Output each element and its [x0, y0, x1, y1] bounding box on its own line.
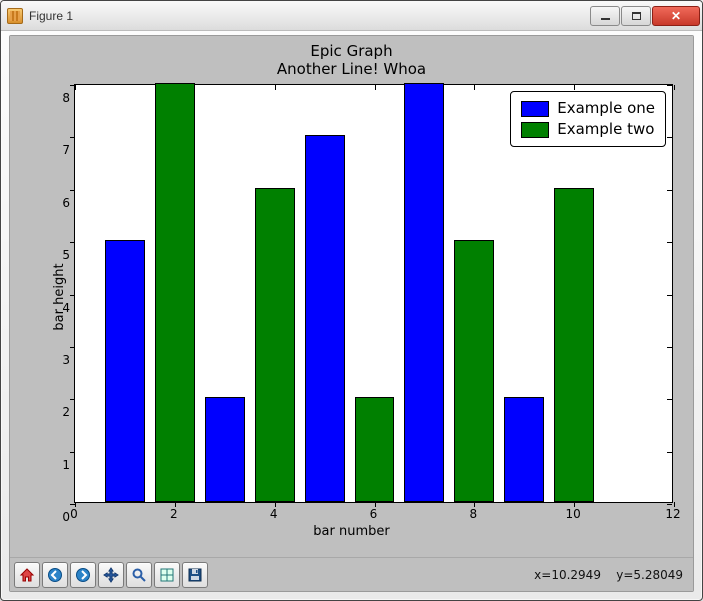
- pan-button[interactable]: [98, 562, 124, 588]
- bar: [205, 397, 245, 502]
- x-tick-label: 6: [370, 507, 378, 521]
- y-tick-label: 0: [56, 510, 70, 524]
- bar: [255, 188, 295, 502]
- bar: [305, 135, 345, 502]
- client-area: Epic Graph Another Line! Whoa bar height…: [9, 35, 694, 592]
- bar: [155, 83, 195, 502]
- forward-button[interactable]: [70, 562, 96, 588]
- app-icon: [7, 8, 23, 24]
- maximize-button[interactable]: [621, 6, 651, 26]
- legend-label: Example one: [557, 98, 655, 119]
- save-button[interactable]: [182, 562, 208, 588]
- zoom-button[interactable]: [126, 562, 152, 588]
- x-axis-label: bar number: [313, 524, 389, 539]
- legend-label: Example two: [557, 119, 654, 140]
- legend-item: Example two: [521, 119, 655, 140]
- bar: [554, 188, 594, 502]
- minimize-button[interactable]: [590, 6, 620, 26]
- bar: [355, 397, 395, 502]
- x-tick-label: 0: [70, 507, 78, 521]
- legend-item: Example one: [521, 98, 655, 119]
- y-tick-label: 1: [56, 458, 70, 472]
- plot-area[interactable]: Example oneExample two: [74, 84, 673, 503]
- y-tick-label: 3: [56, 353, 70, 367]
- toolbar: x=10.2949 y=5.28049: [10, 557, 693, 591]
- y-tick-label: 5: [56, 248, 70, 262]
- bar: [404, 83, 444, 502]
- home-button[interactable]: [14, 562, 40, 588]
- y-tick-label: 6: [56, 196, 70, 210]
- chart-title: Epic Graph: [277, 42, 426, 60]
- x-tick-label: 12: [665, 507, 680, 521]
- chart-titles: Epic Graph Another Line! Whoa: [277, 42, 426, 78]
- bar: [105, 240, 145, 502]
- window-title: Figure 1: [29, 9, 73, 23]
- y-axis-label: bar height: [52, 263, 67, 330]
- subplots-button[interactable]: [154, 562, 180, 588]
- back-button[interactable]: [42, 562, 68, 588]
- figure-window: Figure 1 ✕ Epic Graph Another Line! Whoa…: [0, 0, 703, 601]
- x-tick-label: 8: [470, 507, 478, 521]
- window-controls: ✕: [589, 6, 700, 26]
- bar: [504, 397, 544, 502]
- figure-area: Epic Graph Another Line! Whoa bar height…: [10, 36, 693, 557]
- x-tick-label: 2: [170, 507, 178, 521]
- bar: [454, 240, 494, 502]
- x-tick-label: 10: [566, 507, 581, 521]
- y-tick-label: 2: [56, 405, 70, 419]
- y-tick-label: 4: [56, 301, 70, 315]
- cursor-x: x=10.2949: [534, 568, 601, 582]
- y-tick-label: 7: [56, 143, 70, 157]
- legend-swatch: [521, 122, 549, 138]
- y-tick-label: 8: [56, 91, 70, 105]
- chart-subtitle: Another Line! Whoa: [277, 60, 426, 78]
- titlebar[interactable]: Figure 1 ✕: [1, 1, 702, 31]
- x-tick-label: 4: [270, 507, 278, 521]
- cursor-coords: x=10.2949 y=5.28049: [534, 568, 687, 582]
- close-button[interactable]: ✕: [652, 6, 700, 26]
- legend-swatch: [521, 101, 549, 117]
- legend[interactable]: Example oneExample two: [510, 91, 666, 147]
- cursor-y: y=5.28049: [616, 568, 683, 582]
